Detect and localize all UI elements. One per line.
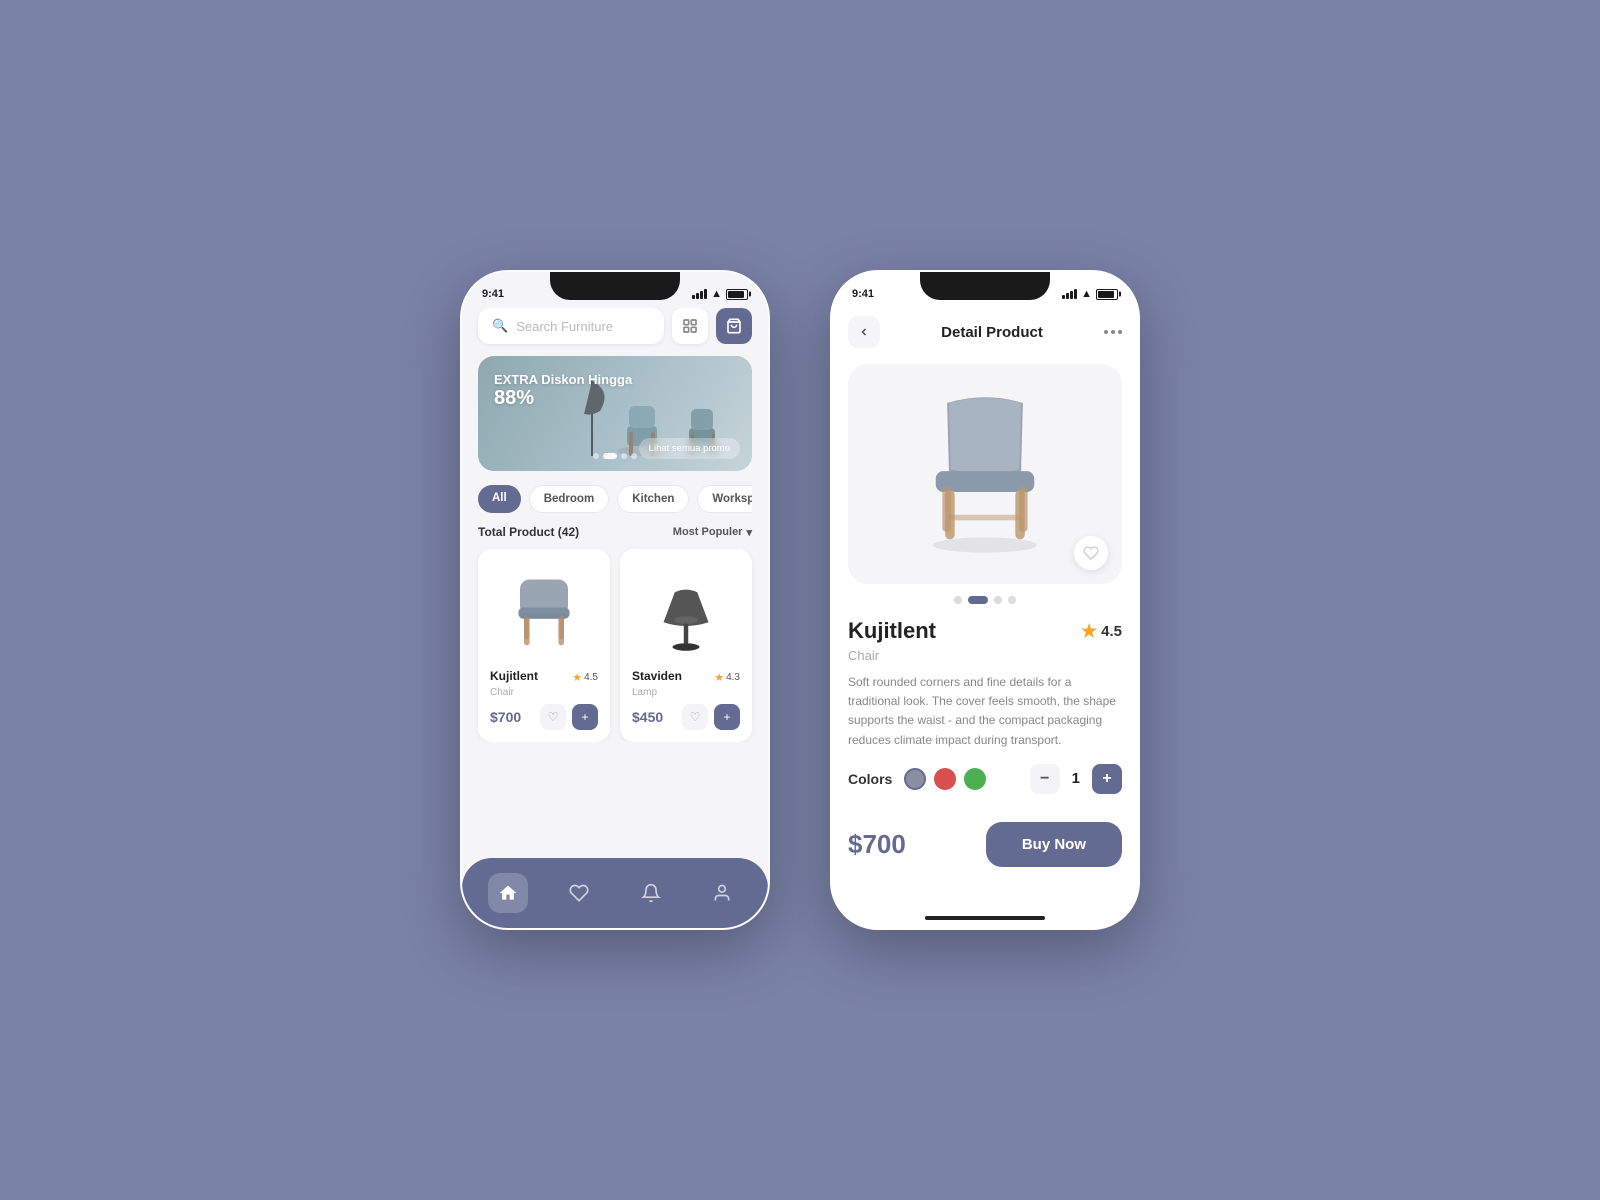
product-name-2: Staviden: [632, 669, 682, 683]
buy-row: $700 Buy Now: [832, 810, 1138, 879]
detail-product-name: Kujitlent: [848, 618, 936, 644]
signal-icon-2: [1062, 289, 1077, 299]
category-kitchen[interactable]: Kitchen: [617, 485, 689, 513]
category-workspace[interactable]: Workspace: [697, 485, 752, 513]
product-image-chair: [490, 561, 598, 661]
more-button[interactable]: [1104, 330, 1122, 334]
product-price-2: $450: [632, 709, 663, 725]
status-right-2: ▲: [1062, 288, 1118, 300]
phone-home: 9:41 ▲ 🔍: [460, 270, 770, 930]
product-name-1: Kujitlent: [490, 669, 538, 683]
carousel-dots: [832, 596, 1138, 604]
buy-now-button[interactable]: Buy Now: [986, 822, 1122, 867]
quantity-control: − 1 +: [1030, 764, 1122, 794]
banner-text: EXTRA Diskon Hingga 88%: [494, 372, 632, 410]
product-carousel: [848, 364, 1122, 584]
nav-notifications[interactable]: [631, 873, 671, 913]
detail-price: $700: [848, 829, 906, 860]
detail-product-description: Soft rounded corners and fine details fo…: [848, 673, 1122, 750]
add-to-cart-2[interactable]: +: [714, 704, 740, 730]
bottom-nav: [462, 858, 768, 928]
detail-title: Detail Product: [941, 324, 1043, 341]
signal-icon: [692, 289, 707, 299]
search-input-wrap[interactable]: 🔍 Search Furniture: [478, 308, 664, 344]
add-to-cart-1[interactable]: +: [572, 704, 598, 730]
status-time-2: 9:41: [852, 288, 874, 300]
product-card-lamp[interactable]: Staviden ★ 4.3 Lamp $450 ♡ +: [620, 549, 752, 742]
colors-row: Colors − 1 +: [848, 764, 1122, 794]
product-footer-2: $450 ♡ +: [632, 704, 740, 730]
battery-icon-2: [1096, 289, 1118, 300]
banner-title: EXTRA Diskon Hingga: [494, 372, 632, 387]
product-type-1: Chair: [490, 687, 598, 698]
phone-notch-2: [920, 272, 1050, 300]
search-placeholder: Search Furniture: [516, 319, 613, 334]
sort-button[interactable]: Most Populer ▾: [673, 526, 752, 539]
detail-product-category: Chair: [848, 648, 1122, 663]
detail-header: Detail Product: [832, 308, 1138, 356]
phone2-screen: 9:41 ▲: [832, 272, 1138, 928]
product-footer-1: $700 ♡ +: [490, 704, 598, 730]
nav-home[interactable]: [488, 873, 528, 913]
product-rating-2: ★ 4.3: [714, 671, 740, 684]
color-swatch-red[interactable]: [934, 768, 956, 790]
product-grid: Kujitlent ★ 4.5 Chair $700 ♡ +: [478, 549, 752, 742]
detail-product-rating: ★ 4.5: [1081, 621, 1122, 642]
status-time-1: 9:41: [482, 288, 504, 300]
battery-icon: [726, 289, 748, 300]
status-right-1: ▲: [692, 288, 748, 300]
phones-container: 9:41 ▲ 🔍: [460, 270, 1140, 930]
color-options: [904, 768, 986, 790]
phone-detail: 9:41 ▲: [830, 270, 1140, 930]
wishlist-button-1[interactable]: ♡: [540, 704, 566, 730]
search-bar: 🔍 Search Furniture: [478, 308, 752, 344]
banner-dots: [593, 453, 637, 459]
filter-button[interactable]: [672, 308, 708, 344]
nav-profile[interactable]: [702, 873, 742, 913]
product-rating-1: ★ 4.5: [572, 671, 598, 684]
wishlist-detail-button[interactable]: [1074, 536, 1108, 570]
phone1-screen: 9:41 ▲ 🔍: [462, 272, 768, 928]
quantity-decrease[interactable]: −: [1030, 764, 1060, 794]
color-swatch-green[interactable]: [964, 768, 986, 790]
product-price-1: $700: [490, 709, 521, 725]
wifi-icon: ▲: [711, 288, 722, 300]
back-button[interactable]: [848, 316, 880, 348]
home-content: 🔍 Search Furniture: [462, 308, 768, 742]
nav-favorites[interactable]: [559, 873, 599, 913]
category-tabs: All Bedroom Kitchen Workspace Living: [478, 485, 752, 513]
banner-cta[interactable]: Lihat semua promo: [639, 438, 740, 459]
product-card-chair[interactable]: Kujitlent ★ 4.5 Chair $700 ♡ +: [478, 549, 610, 742]
promo-banner[interactable]: EXTRA Diskon Hingga 88% Lihat semua prom…: [478, 356, 752, 471]
quantity-increase[interactable]: +: [1092, 764, 1122, 794]
product-image-lamp: [632, 561, 740, 661]
wishlist-button-2[interactable]: ♡: [682, 704, 708, 730]
colors-label: Colors: [848, 771, 892, 787]
quantity-value: 1: [1072, 770, 1080, 787]
category-all[interactable]: All: [478, 485, 521, 513]
cart-button[interactable]: [716, 308, 752, 344]
search-icon: 🔍: [492, 318, 508, 334]
color-swatch-gray[interactable]: [904, 768, 926, 790]
total-product: Total Product (42): [478, 525, 579, 539]
phone-notch: [550, 272, 680, 300]
product-title-row: Kujitlent ★ 4.5: [848, 618, 1122, 644]
home-indicator-2: [925, 916, 1045, 920]
product-info: Kujitlent ★ 4.5 Chair Soft rounded corne…: [832, 618, 1138, 794]
product-type-2: Lamp: [632, 687, 740, 698]
category-bedroom[interactable]: Bedroom: [529, 485, 609, 513]
wifi-icon-2: ▲: [1081, 288, 1092, 300]
banner-discount: 88%: [494, 387, 632, 410]
product-list-header: Total Product (42) Most Populer ▾: [478, 525, 752, 539]
